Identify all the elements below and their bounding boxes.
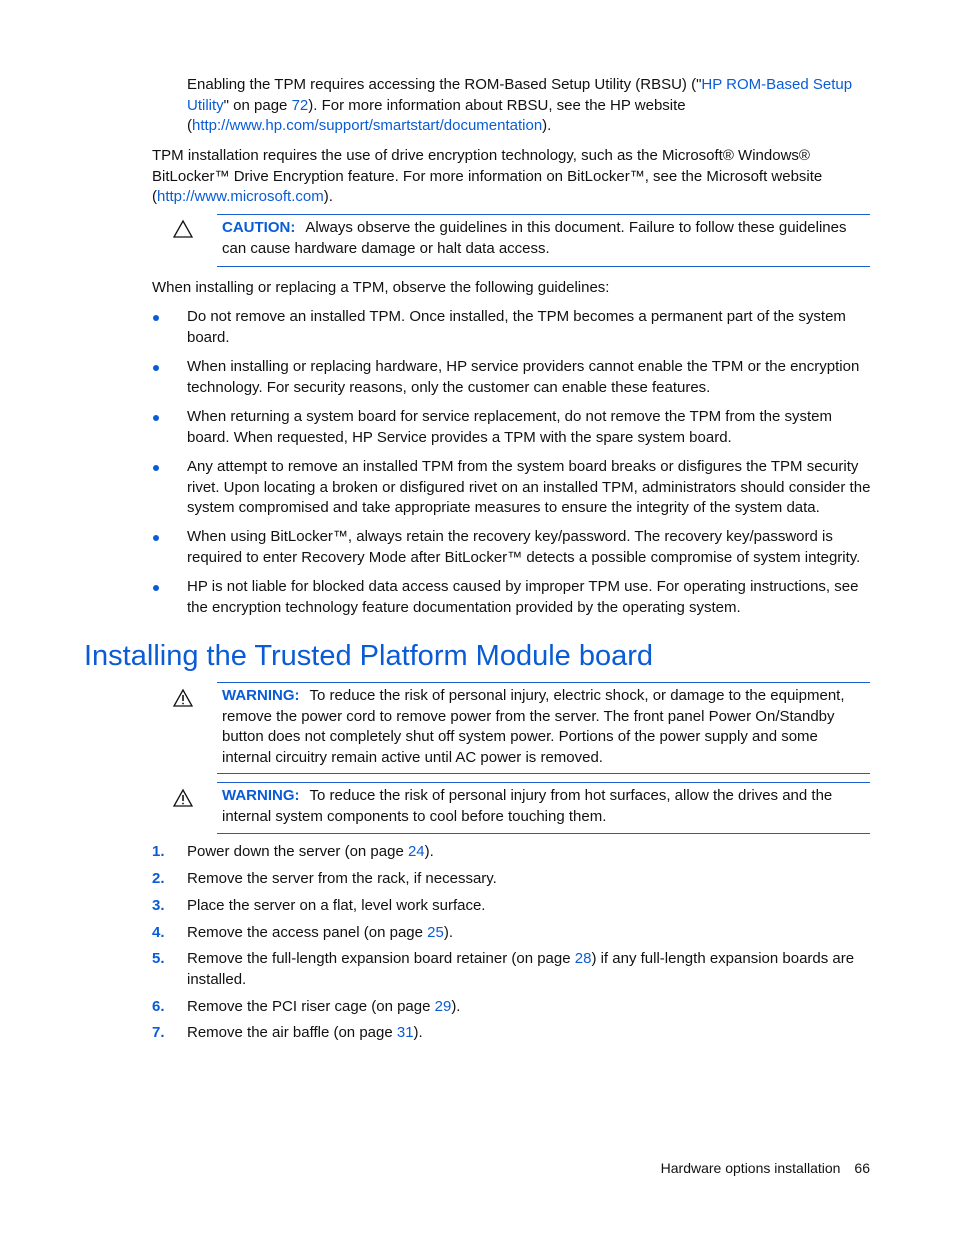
step-number: 5. — [152, 950, 165, 967]
list-item: HP is not liable for blocked data access… — [187, 578, 859, 616]
bullet-icon — [153, 585, 159, 591]
list-item: When using BitLocker™, always retain the… — [187, 528, 861, 566]
step-item: Place the server on a flat, level work s… — [187, 897, 486, 914]
list-item: Do not remove an installed TPM. Once ins… — [187, 308, 846, 346]
warning-icon — [172, 688, 194, 707]
warning-icon — [172, 788, 194, 807]
warning-label: WARNING: — [222, 687, 300, 704]
caution-box: CAUTION: Always observe the guidelines in… — [217, 214, 870, 267]
step-page-link[interactable]: 31 — [397, 1024, 414, 1041]
step-item: Remove the full-length expansion board r… — [187, 950, 855, 988]
step-number: 2. — [152, 870, 165, 887]
warning-label: WARNING: — [222, 787, 300, 804]
footer-section-title: Hardware options installation — [660, 1160, 841, 1176]
bitlocker-paragraph: TPM installation requires the use of dri… — [152, 147, 823, 205]
page-number: 66 — [854, 1160, 870, 1176]
bullet-icon — [153, 365, 159, 371]
bullet-icon — [153, 535, 159, 541]
warning-box-power: WARNING: To reduce the risk of personal i… — [217, 682, 870, 774]
bullet-icon — [153, 315, 159, 321]
step-item: Remove the access panel (on page 25). — [187, 924, 454, 941]
hp-website-link[interactable]: http://www.hp.com/support/smartstart/doc… — [192, 117, 542, 134]
step-number: 3. — [152, 897, 165, 914]
warning-text: To reduce the risk of personal injury, e… — [222, 687, 845, 766]
step-item: Remove the air baffle (on page 31). — [187, 1024, 423, 1041]
rbsu-paragraph: Enabling the TPM requires accessing the … — [187, 76, 853, 134]
step-number: 4. — [152, 924, 165, 941]
list-item: When returning a system board for servic… — [187, 408, 832, 446]
step-item: Power down the server (on page 24). — [187, 843, 434, 860]
list-item: Any attempt to remove an installed TPM f… — [187, 458, 871, 516]
microsoft-website-link[interactable]: http://www.microsoft.com — [157, 188, 324, 205]
step-item: Remove the server from the rack, if nece… — [187, 870, 497, 887]
step-item: Remove the PCI riser cage (on page 29). — [187, 998, 461, 1015]
step-page-link[interactable]: 29 — [435, 998, 452, 1015]
page-footer: Hardware options installation 66 — [661, 1158, 870, 1179]
warning-box-hot-surfaces: WARNING: To reduce the risk of personal i… — [217, 782, 870, 834]
warning-text: To reduce the risk of personal injury fr… — [222, 787, 833, 825]
rbsu-page-link[interactable]: 72 — [292, 97, 309, 114]
step-page-link[interactable]: 25 — [427, 924, 444, 941]
step-page-link[interactable]: 28 — [575, 950, 592, 967]
section-heading: Installing the Trusted Platform Module b… — [84, 640, 654, 672]
step-number: 7. — [152, 1024, 165, 1041]
bullet-icon — [153, 465, 159, 471]
caution-icon — [172, 219, 194, 238]
guidelines-intro: When installing or replacing a TPM, obse… — [152, 279, 610, 296]
step-page-link[interactable]: 24 — [408, 843, 425, 860]
caution-label: CAUTION: — [222, 219, 296, 236]
caution-text: Always observe the guidelines in this do… — [222, 219, 847, 257]
list-item: When installing or replacing hardware, H… — [187, 358, 860, 396]
bullet-icon — [153, 415, 159, 421]
step-number: 1. — [152, 843, 165, 860]
step-number: 6. — [152, 998, 165, 1015]
